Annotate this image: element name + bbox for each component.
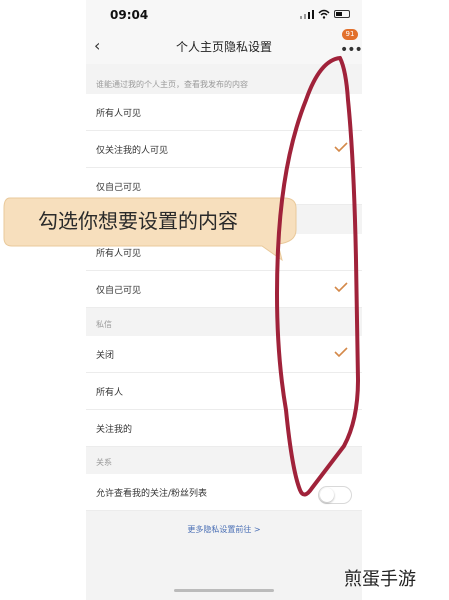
- section-header: 私信: [96, 320, 112, 329]
- wifi-icon: [318, 9, 330, 19]
- section-header: 关系: [96, 458, 112, 467]
- relationship-toggle[interactable]: [318, 486, 352, 504]
- checkmark-icon: [334, 282, 348, 293]
- section-header: 谁能通过我的个人主页，查看我发布的内容: [96, 80, 248, 89]
- setting-label: 关注我的: [96, 425, 133, 435]
- annotation-text: 勾选你想要设置的内容: [38, 209, 238, 233]
- nav-bar: ‹ 个人主页隐私设置 ••• 91: [86, 28, 362, 64]
- setting-label: 关闭: [96, 351, 115, 361]
- setting-row[interactable]: 所有人可见: [86, 94, 362, 131]
- status-time: 09:04: [110, 8, 149, 22]
- phone-screen: 09:04 ‹ 个人主页隐私设置 ••• 91 谁能通过我的个人主页，查看我发布…: [86, 0, 362, 600]
- setting-label: 仅关注我的人可见: [96, 146, 169, 156]
- more-dots-icon[interactable]: •••: [340, 42, 362, 58]
- setting-label: 所有人: [96, 388, 124, 398]
- checkmark-icon: [334, 347, 348, 358]
- watermark: 煎蛋手游: [344, 569, 416, 590]
- setting-label: 所有人可见: [96, 109, 142, 119]
- setting-row[interactable]: 关注我的: [86, 410, 362, 447]
- setting-row[interactable]: 关闭: [86, 336, 362, 373]
- more-privacy-link[interactable]: 更多隐私设置前往 >: [86, 524, 362, 535]
- setting-label: 仅自己可见: [96, 286, 142, 296]
- home-indicator: [174, 589, 274, 592]
- setting-row[interactable]: 允许查看我的关注/粉丝列表: [86, 474, 362, 511]
- setting-label: 允许查看我的关注/粉丝列表: [96, 489, 208, 499]
- setting-row[interactable]: 仅自己可见: [86, 271, 362, 308]
- setting-row[interactable]: 仅关注我的人可见: [86, 131, 362, 168]
- signal-icon: [300, 10, 314, 19]
- notification-badge: 91: [342, 29, 358, 40]
- checkmark-icon: [334, 142, 348, 153]
- page-title: 个人主页隐私设置: [175, 40, 272, 54]
- battery-icon: [334, 10, 350, 18]
- status-bar: 09:04: [86, 0, 362, 28]
- setting-row[interactable]: 所有人: [86, 373, 362, 410]
